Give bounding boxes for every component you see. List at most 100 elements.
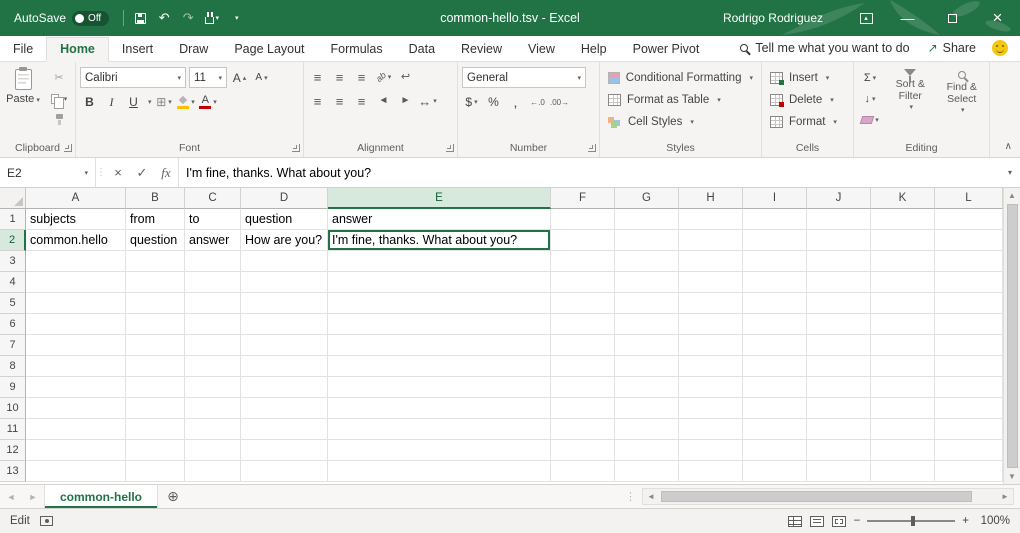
- enter-entry-button[interactable]: ✓: [130, 158, 154, 187]
- column-header-D[interactable]: D: [241, 188, 328, 209]
- row-header-11[interactable]: 11: [0, 419, 26, 440]
- cell-L2[interactable]: [935, 230, 1003, 251]
- cell-G7[interactable]: [615, 335, 679, 356]
- cell-D3[interactable]: [241, 251, 328, 272]
- tab-review[interactable]: Review: [448, 38, 515, 61]
- cell-L4[interactable]: [935, 272, 1003, 293]
- cell-H8[interactable]: [679, 356, 743, 377]
- cell-C3[interactable]: [185, 251, 241, 272]
- cell-A1[interactable]: subjects: [26, 209, 126, 230]
- cell-I6[interactable]: [743, 314, 807, 335]
- cell-I13[interactable]: [743, 461, 807, 482]
- cell-C4[interactable]: [185, 272, 241, 293]
- cancel-entry-button[interactable]: ×: [106, 158, 130, 187]
- cell-L6[interactable]: [935, 314, 1003, 335]
- cell-J2[interactable]: [807, 230, 871, 251]
- cell-L13[interactable]: [935, 461, 1003, 482]
- copy-button[interactable]: ▾: [47, 89, 71, 108]
- cell-D5[interactable]: [241, 293, 328, 314]
- cell-G5[interactable]: [615, 293, 679, 314]
- cell-C1[interactable]: to: [185, 209, 241, 230]
- cell-H3[interactable]: [679, 251, 743, 272]
- cell-C6[interactable]: [185, 314, 241, 335]
- caret-down-icon[interactable]: ▾: [148, 98, 152, 106]
- user-name[interactable]: Rodrigo Rodriguez: [723, 11, 823, 25]
- top-align-button[interactable]: ≡: [308, 67, 327, 87]
- orientation-button[interactable]: ab▾: [374, 67, 393, 87]
- percent-style-button[interactable]: %: [484, 92, 503, 112]
- cell-styles-button[interactable]: Cell Styles ▾: [604, 111, 757, 132]
- tab-help[interactable]: Help: [568, 38, 620, 61]
- zoom-in-button[interactable]: +: [962, 515, 969, 527]
- column-header-H[interactable]: H: [679, 188, 743, 209]
- cell-H6[interactable]: [679, 314, 743, 335]
- cell-F7[interactable]: [551, 335, 615, 356]
- cell-H13[interactable]: [679, 461, 743, 482]
- cell-D6[interactable]: [241, 314, 328, 335]
- decrease-indent-button[interactable]: ◄: [374, 91, 393, 111]
- cell-A7[interactable]: [26, 335, 126, 356]
- zoom-percentage[interactable]: 100%: [976, 515, 1010, 527]
- conditional-formatting-button[interactable]: Conditional Formatting ▾: [604, 67, 757, 88]
- comma-style-button[interactable]: ,: [506, 92, 525, 112]
- cell-H10[interactable]: [679, 398, 743, 419]
- cell-H12[interactable]: [679, 440, 743, 461]
- horizontal-scroll-thumb[interactable]: [661, 491, 972, 502]
- cell-B10[interactable]: [126, 398, 185, 419]
- scroll-down-icon[interactable]: ▼: [1008, 472, 1016, 481]
- merge-center-button[interactable]: ↔▾: [418, 91, 437, 111]
- column-header-G[interactable]: G: [615, 188, 679, 209]
- cell-A10[interactable]: [26, 398, 126, 419]
- row-header-4[interactable]: 4: [0, 272, 26, 293]
- cell-K1[interactable]: [871, 209, 935, 230]
- cell-C13[interactable]: [185, 461, 241, 482]
- scroll-up-icon[interactable]: ▲: [1008, 191, 1016, 200]
- sheet-bar-grip[interactable]: ⋮: [619, 485, 642, 508]
- column-header-K[interactable]: K: [871, 188, 935, 209]
- cell-L11[interactable]: [935, 419, 1003, 440]
- row-header-2[interactable]: 2: [0, 230, 26, 251]
- cell-J12[interactable]: [807, 440, 871, 461]
- format-as-table-button[interactable]: Format as Table ▾: [604, 89, 757, 110]
- save-button[interactable]: [128, 4, 152, 32]
- cell-G11[interactable]: [615, 419, 679, 440]
- cell-J8[interactable]: [807, 356, 871, 377]
- font-size-combo[interactable]: 11▾: [189, 67, 227, 88]
- next-sheet-button[interactable]: ►: [22, 485, 44, 508]
- cell-B3[interactable]: [126, 251, 185, 272]
- cell-G9[interactable]: [615, 377, 679, 398]
- cell-C11[interactable]: [185, 419, 241, 440]
- increase-font-button[interactable]: A▴: [230, 68, 249, 88]
- maximize-button[interactable]: [930, 0, 975, 36]
- cell-F9[interactable]: [551, 377, 615, 398]
- cell-D2[interactable]: How are you?: [241, 230, 328, 251]
- cell-I9[interactable]: [743, 377, 807, 398]
- horizontal-scroll-track[interactable]: [659, 489, 997, 504]
- scroll-right-button[interactable]: ►: [997, 492, 1013, 501]
- cell-A9[interactable]: [26, 377, 126, 398]
- font-name-combo[interactable]: Calibri▾: [80, 67, 186, 88]
- cell-A5[interactable]: [26, 293, 126, 314]
- decrease-font-button[interactable]: A▾: [252, 68, 271, 88]
- cell-I12[interactable]: [743, 440, 807, 461]
- cell-G10[interactable]: [615, 398, 679, 419]
- cell-E2[interactable]: I'm fine, thanks. What about you?: [328, 230, 551, 251]
- cell-B8[interactable]: [126, 356, 185, 377]
- page-break-view-button[interactable]: [832, 516, 846, 527]
- cell-B12[interactable]: [126, 440, 185, 461]
- cell-A2[interactable]: common.hello: [26, 230, 126, 251]
- cell-F8[interactable]: [551, 356, 615, 377]
- bottom-align-button[interactable]: ≡: [352, 67, 371, 87]
- cell-E6[interactable]: [328, 314, 551, 335]
- cell-C5[interactable]: [185, 293, 241, 314]
- cell-J3[interactable]: [807, 251, 871, 272]
- cell-L7[interactable]: [935, 335, 1003, 356]
- increase-indent-button[interactable]: ►: [396, 91, 415, 111]
- insert-function-button[interactable]: fx: [154, 158, 178, 187]
- cell-K3[interactable]: [871, 251, 935, 272]
- clipboard-dialog-launcher[interactable]: [64, 144, 72, 152]
- cell-E8[interactable]: [328, 356, 551, 377]
- borders-button[interactable]: ⊞▾: [155, 92, 174, 112]
- cell-K7[interactable]: [871, 335, 935, 356]
- accounting-format-button[interactable]: $▾: [462, 92, 481, 112]
